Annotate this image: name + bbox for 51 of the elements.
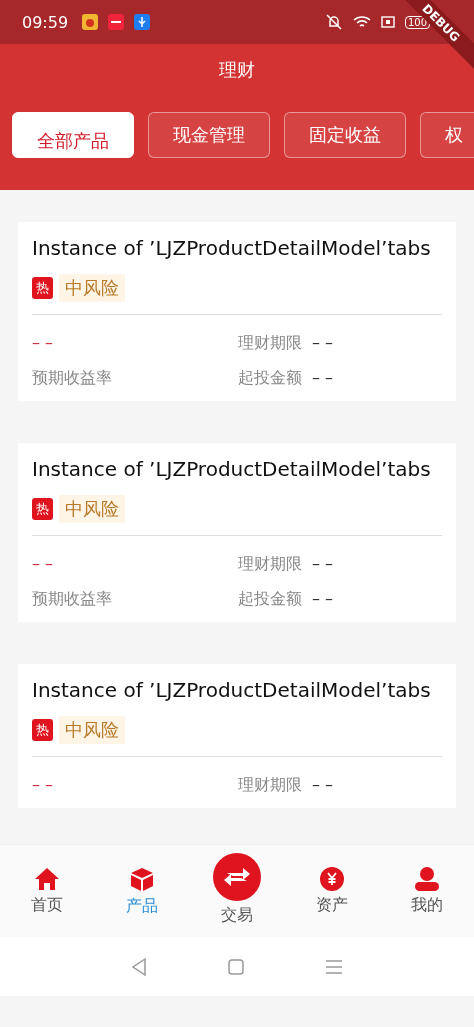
amount-value: – –: [312, 589, 334, 608]
person-icon: [413, 867, 440, 891]
product-title: Instance of ’LJZProductDetailModel’tabs: [32, 457, 432, 481]
risk-tag: 中风险: [59, 716, 125, 744]
risk-tag: 中风险: [59, 274, 125, 302]
nav-tab[interactable]: 交易: [189, 845, 285, 927]
term-label: 理财期限: [238, 333, 302, 352]
home-button-icon[interactable]: [228, 958, 244, 975]
yield-label: 预期收益率: [32, 589, 113, 610]
term-label: 理财期限: [238, 554, 302, 573]
yield-value: – –: [32, 554, 55, 575]
category-tab[interactable]: 固定收益: [284, 112, 406, 158]
product-card[interactable]: Instance of ’LJZProductDetailModel’tabs 热 中风险 – – 理财期限 – – 预期收益率 起投金额 – –: [18, 222, 456, 401]
term-value: – –: [312, 775, 334, 794]
yield-label: 预期收益率: [32, 368, 113, 389]
amount-value: – –: [312, 368, 334, 387]
risk-tag: 中风险: [59, 495, 125, 523]
hot-tag: 热: [32, 498, 53, 520]
category-tab[interactable]: 权: [420, 112, 474, 158]
home-icon: [34, 867, 61, 891]
yen-coin-icon: [319, 867, 344, 891]
hot-tag: 热: [32, 277, 53, 299]
term-value: – –: [312, 554, 334, 573]
term-label: 理财期限: [238, 775, 302, 794]
amount-label: 起投金额: [238, 589, 302, 608]
product-card[interactable]: Instance of ’LJZProductDetailModel’tabs 热 中风险 – – 理财期限 – –: [18, 664, 456, 808]
exchange-icon: [213, 853, 261, 901]
mute-icon: [324, 14, 343, 30]
back-icon[interactable]: [130, 957, 147, 976]
term-value: – –: [312, 333, 334, 352]
category-tab[interactable]: 全部产品: [12, 112, 134, 158]
cube-icon: [130, 867, 155, 892]
menu-icon[interactable]: [325, 958, 344, 975]
app-notification-icon: [82, 14, 99, 30]
yield-value: – –: [32, 333, 55, 354]
product-title: Instance of ’LJZProductDetailModel’tabs: [32, 678, 432, 702]
nav-tab[interactable]: 首页: [0, 845, 95, 917]
nav-tab[interactable]: 资产: [284, 845, 380, 917]
app-notification-icon: [108, 14, 125, 30]
usb-icon: [134, 14, 151, 30]
wifi-icon: [352, 15, 371, 29]
amount-label: 起投金额: [238, 368, 302, 387]
product-title: Instance of ’LJZProductDetailModel’tabs: [32, 236, 432, 260]
yield-value: – –: [32, 775, 55, 796]
page-title: 理财: [218, 58, 256, 82]
product-card[interactable]: Instance of ’LJZProductDetailModel’tabs 热 中风险 – – 理财期限 – – 预期收益率 起投金额 – –: [18, 443, 456, 622]
hot-tag: 热: [32, 719, 53, 741]
category-tab[interactable]: 现金管理: [148, 112, 270, 158]
screen-icon: [380, 16, 395, 28]
nav-tab[interactable]: 我的: [379, 845, 474, 917]
status-time: 09:59: [22, 12, 69, 32]
